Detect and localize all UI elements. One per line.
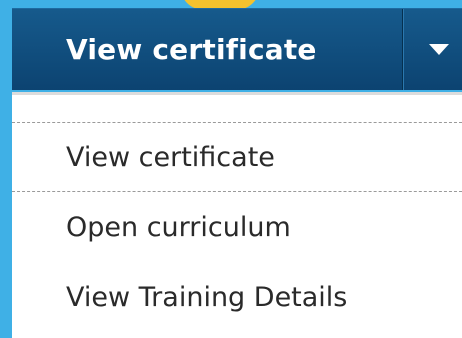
dropdown-toggle-button[interactable] <box>404 9 462 90</box>
menu-item-label: View Training Details <box>66 281 348 313</box>
view-certificate-split-button: View certificate <box>12 8 462 90</box>
menu-item-view-training-details[interactable]: View Training Details <box>12 262 462 332</box>
menu-item-view-certificate[interactable]: View certificate <box>12 122 462 192</box>
view-certificate-button-label: View certificate <box>66 33 317 66</box>
caret-down-icon <box>429 44 449 55</box>
view-certificate-button[interactable]: View certificate <box>12 9 402 90</box>
dropdown-menu: View certificate Open curriculum View Tr… <box>12 92 462 338</box>
menu-item-open-curriculum[interactable]: Open curriculum <box>12 192 462 262</box>
menu-item-label: View certificate <box>66 141 275 173</box>
menu-item-label: Open curriculum <box>66 211 291 243</box>
